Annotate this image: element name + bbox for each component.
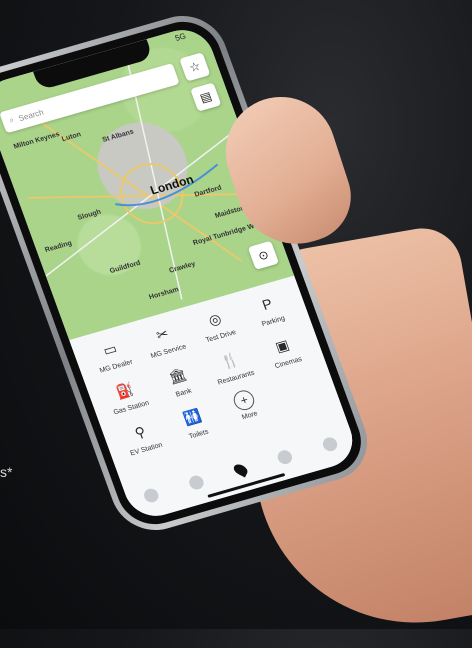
steering-wheel-icon: ◎ bbox=[205, 309, 224, 328]
scene: s* 5G ⌕ Search ☆ ▤ ⊙ Milton Keynes St Al… bbox=[0, 0, 472, 648]
ev-pin-icon: ⚲ bbox=[132, 422, 148, 441]
gas-pump-icon: ⛽ bbox=[113, 380, 136, 401]
toilets-icon: 🚻 bbox=[181, 406, 204, 427]
cinema-icon: ▣ bbox=[272, 335, 292, 355]
service-icon: ✂ bbox=[153, 324, 171, 343]
category-parking[interactable]: P Parking bbox=[237, 285, 301, 332]
dealer-icon: ▭ bbox=[100, 339, 119, 359]
tab-map-pin-icon[interactable] bbox=[232, 462, 250, 478]
tab-profile-icon[interactable] bbox=[321, 435, 340, 453]
category-label: Bank bbox=[174, 387, 193, 399]
plus-icon: + bbox=[231, 388, 258, 413]
category-label: More bbox=[241, 410, 259, 422]
bank-icon: 🏛 bbox=[165, 365, 189, 386]
search-icon: ⌕ bbox=[7, 115, 16, 125]
category-label: Toilets bbox=[188, 428, 210, 441]
tab-home-icon[interactable] bbox=[141, 487, 161, 505]
category-cinemas[interactable]: ▣ Cinemas bbox=[252, 327, 316, 374]
side-caption: s* bbox=[0, 464, 13, 480]
tab-media-icon[interactable] bbox=[275, 448, 294, 466]
tab-music-icon[interactable] bbox=[187, 473, 206, 491]
search-input[interactable]: Search bbox=[17, 107, 44, 122]
cutlery-icon: 🍴 bbox=[218, 350, 241, 371]
category-more[interactable]: + More bbox=[215, 383, 279, 430]
parking-pin-icon: P bbox=[259, 295, 275, 313]
